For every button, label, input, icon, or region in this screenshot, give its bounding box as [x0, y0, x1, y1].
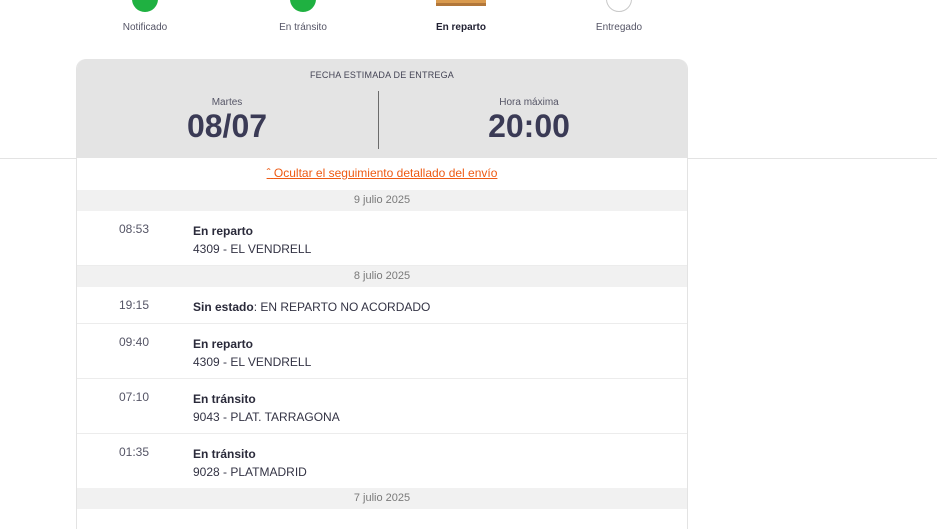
event-time: 08:53: [119, 222, 150, 236]
event-time: 09:40: [119, 335, 150, 349]
date-separator: 8 julio 2025: [77, 266, 687, 287]
event-time: 07:10: [119, 390, 150, 404]
date-separator: 7 julio 2025: [77, 488, 687, 509]
event-status: En tránsito: [193, 392, 256, 406]
package-box-icon: [436, 0, 486, 6]
step-entregado: Entregado: [559, 0, 679, 40]
event-status: En reparto: [193, 224, 254, 238]
event-time: 01:35: [119, 445, 150, 459]
event-body: En reparto 4309 - EL VENDRELL: [193, 222, 311, 258]
chevron-up-icon: ˆ: [266, 166, 271, 180]
toggle-row: ˆ Ocultar el seguimiento detallado del e…: [77, 158, 687, 190]
progress-steps: Notificado En tránsito En reparto Entreg…: [0, 0, 937, 40]
event-body: Sin estado: EN REPARTO NO ACORDADO: [193, 298, 430, 316]
step-label: En reparto: [435, 22, 486, 33]
date-separator: 9 julio 2025: [77, 190, 687, 211]
hide-tracking-label: Ocultar el seguimiento detallado del env…: [273, 166, 498, 180]
event-body: En tránsito 9028 - PLATMADRID: [193, 445, 307, 481]
timeline-event: 01:35 En tránsito 9028 - PLATMADRID: [77, 434, 687, 488]
event-inline-detail: : EN REPARTO NO ACORDADO: [253, 300, 431, 314]
estimated-date: 08/07: [186, 108, 268, 144]
event-status: En tránsito: [193, 447, 256, 461]
event-location: 9028 - PLATMADRID: [193, 465, 307, 479]
check-circle-icon: [132, 0, 158, 12]
event-time: 19:15: [119, 298, 150, 312]
step-notificado: Notificado: [85, 0, 205, 40]
estimated-delivery-title: FECHA ESTIMADA DE ENTREGA: [309, 70, 455, 80]
hide-tracking-link[interactable]: ˆ Ocultar el seguimiento detallado del e…: [267, 166, 498, 180]
event-location: 4309 - EL VENDRELL: [193, 355, 312, 369]
timeline-event: 07:10 En tránsito 9043 - PLAT. TARRAGONA: [77, 379, 687, 434]
estimated-delivery-header: FECHA ESTIMADA DE ENTREGA Martes 08/07 H…: [77, 59, 687, 158]
tracking-card: FECHA ESTIMADA DE ENTREGA Martes 08/07 H…: [76, 59, 688, 529]
event-body: En reparto 4309 - EL VENDRELL: [193, 335, 311, 371]
timeline-event: 08:53 En reparto 4309 - EL VENDRELL: [77, 211, 687, 266]
step-en-reparto: En reparto: [401, 0, 521, 40]
event-status: En reparto: [193, 337, 254, 351]
max-hour: 20:00: [488, 108, 570, 144]
event-status: Sin estado: [193, 300, 254, 314]
step-en-transito: En tránsito: [243, 0, 363, 40]
event-body: En tránsito 9043 - PLAT. TARRAGONA: [193, 390, 340, 426]
check-circle-icon: [290, 0, 316, 12]
step-label: Notificado: [122, 22, 168, 33]
timeline-event: 19:15 Sin estado: EN REPARTO NO ACORDADO: [77, 287, 687, 324]
event-location: 9043 - PLAT. TARRAGONA: [193, 410, 340, 424]
estimated-date-block: Martes 08/07: [77, 97, 377, 143]
empty-circle-icon: [606, 0, 632, 12]
step-label: Entregado: [595, 22, 643, 33]
step-label: En tránsito: [279, 22, 327, 33]
max-hour-block: Hora máxima 20:00: [379, 97, 679, 143]
timeline-event: 09:40 En reparto 4309 - EL VENDRELL: [77, 324, 687, 379]
event-location: 4309 - EL VENDRELL: [193, 242, 312, 256]
